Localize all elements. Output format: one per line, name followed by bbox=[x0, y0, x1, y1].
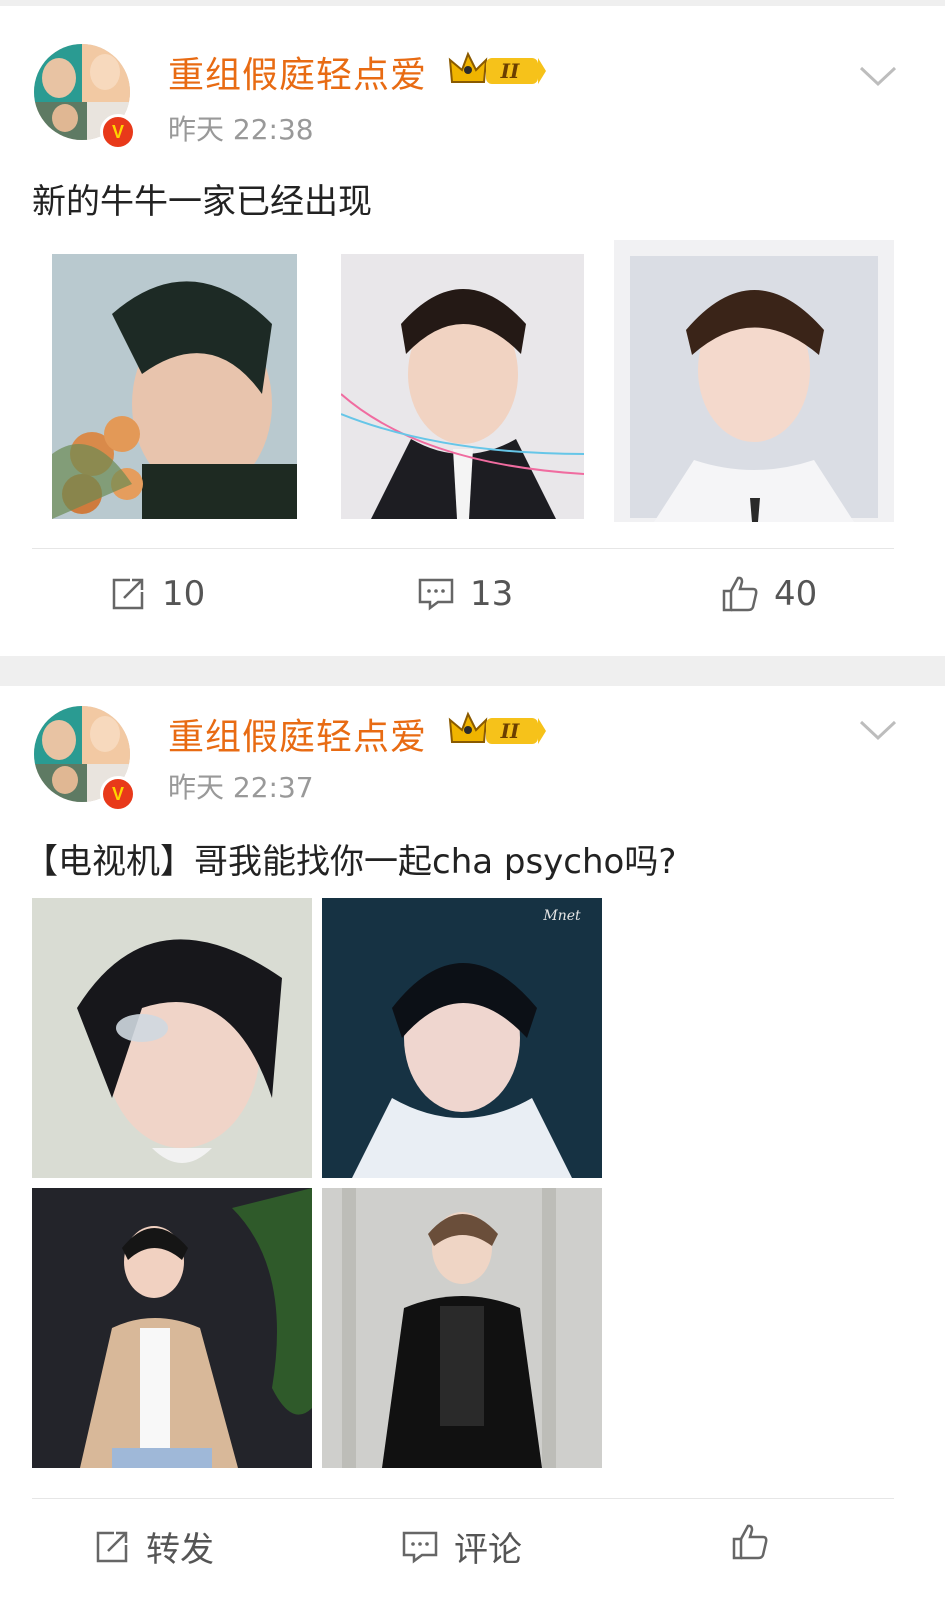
comment-icon bbox=[416, 574, 456, 614]
username[interactable]: 重组假庭轻点爱 bbox=[168, 46, 427, 98]
timestamp: 昨天 22:37 bbox=[168, 771, 314, 804]
divider bbox=[32, 1498, 894, 1499]
username[interactable]: 重组假庭轻点爱 bbox=[168, 708, 427, 760]
comment-count: 13 bbox=[470, 574, 514, 614]
comment-button[interactable]: 13 bbox=[416, 574, 513, 614]
like-button[interactable]: 40 bbox=[720, 574, 817, 614]
post-card: V 重组假庭轻点爱 II 昨天 22:37 【电视机】哥我能找你一起cha ps… bbox=[0, 686, 945, 1616]
like-button[interactable] bbox=[730, 1522, 770, 1562]
post-text: 【电视机】哥我能找你一起cha psycho吗? bbox=[24, 842, 677, 882]
repost-icon bbox=[92, 1527, 132, 1567]
post-photo[interactable] bbox=[341, 254, 584, 519]
divider bbox=[32, 548, 894, 549]
post-photo[interactable] bbox=[52, 254, 297, 519]
comment-button[interactable]: 评论 bbox=[400, 1522, 522, 1571]
timestamp: 昨天 22:38 bbox=[168, 113, 314, 146]
chevron-down-icon[interactable] bbox=[858, 64, 898, 88]
chevron-down-icon[interactable] bbox=[858, 718, 898, 742]
weibo-feed: V 重组假庭轻点爱 II 昨天 22:38 新的牛牛一家已经出现 10 13 4… bbox=[0, 0, 945, 1616]
repost-label: 转发 bbox=[146, 1530, 214, 1570]
comment-icon bbox=[400, 1527, 440, 1567]
crown-icon: II bbox=[446, 710, 546, 750]
comment-label: 评论 bbox=[454, 1530, 522, 1570]
repost-button[interactable]: 转发 bbox=[92, 1522, 214, 1571]
verified-badge: V bbox=[100, 114, 136, 150]
like-icon bbox=[730, 1522, 770, 1562]
post-photo[interactable] bbox=[322, 1188, 602, 1468]
post-photo[interactable] bbox=[614, 240, 894, 522]
post-photo[interactable] bbox=[32, 1188, 312, 1468]
photo-caption: Mnet bbox=[542, 908, 581, 924]
level-badge: II bbox=[500, 719, 520, 743]
level-badge: II bbox=[500, 59, 520, 83]
repost-icon bbox=[108, 574, 148, 614]
post-card: V 重组假庭轻点爱 II 昨天 22:38 新的牛牛一家已经出现 10 13 4… bbox=[0, 6, 945, 656]
post-photo[interactable] bbox=[32, 898, 312, 1178]
post-text: 新的牛牛一家已经出现 bbox=[32, 182, 372, 222]
crown-icon: II bbox=[446, 50, 546, 90]
like-count: 40 bbox=[774, 574, 818, 614]
repost-count: 10 bbox=[162, 574, 206, 614]
like-icon bbox=[720, 574, 760, 614]
post-photo[interactable]: Mnet bbox=[322, 898, 602, 1178]
verified-badge: V bbox=[100, 776, 136, 812]
repost-button[interactable]: 10 bbox=[108, 574, 205, 614]
